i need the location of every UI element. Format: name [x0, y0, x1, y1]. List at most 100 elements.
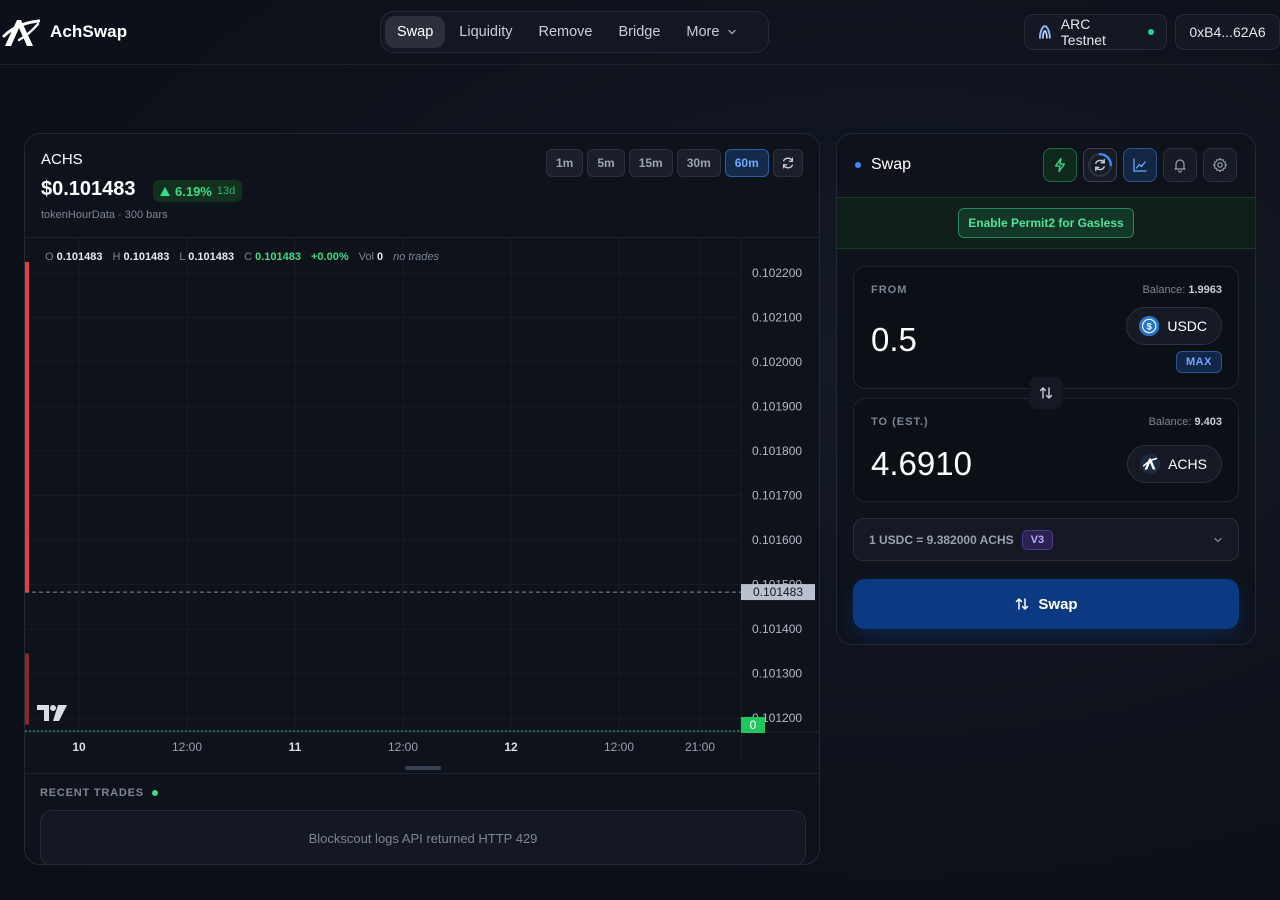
pool-version-badge: V3: [1021, 529, 1054, 550]
price-change-value: 6.19%: [175, 183, 212, 199]
x-axis-tick-label: 10: [72, 740, 86, 754]
network-label: ARC Testnet: [1060, 16, 1106, 48]
network-selector-button[interactable]: ARC Testnet: [1024, 14, 1167, 50]
main-nav: Swap Liquidity Remove Bridge More: [380, 11, 769, 53]
refresh-cycle-icon: [1088, 153, 1112, 177]
candle: [25, 653, 29, 725]
volume-label: 0: [750, 718, 757, 732]
ohlc-legend: O 0.101483 H 0.101483 L 0.101483 C 0.101…: [45, 251, 439, 263]
chart-panel: ACHS $0.101483 6.19% 13d tokenHourData ·…: [24, 133, 820, 865]
triangle-up-icon: [160, 186, 170, 196]
enable-permit2-button[interactable]: Enable Permit2 for Gasless: [958, 208, 1134, 238]
swap-submit-button[interactable]: Swap: [853, 579, 1239, 629]
arc-network-icon: [1038, 25, 1051, 39]
nav-liquidity[interactable]: Liquidity: [447, 16, 524, 48]
timeframe-1m-button[interactable]: 1m: [546, 149, 584, 177]
swap-panel: Swap Enable Permit2 for Gasless FROM Bal…: [836, 133, 1256, 645]
status-dot: [855, 162, 861, 168]
swap-toolbar: [1043, 148, 1237, 182]
timeframe-5m-button[interactable]: 5m: [587, 149, 625, 177]
from-amount-input[interactable]: 0.5: [871, 321, 917, 359]
ohlc-close: C 0.101483: [244, 251, 301, 263]
top-header: AchSwap Swap Liquidity Remove Bridge Mor…: [0, 0, 1280, 65]
y-axis-tick-label: 0.101800: [752, 444, 802, 458]
y-axis-tick-label: 0.102100: [752, 311, 802, 325]
from-token-selector[interactable]: $ USDC: [1126, 307, 1222, 345]
divider: [25, 773, 819, 774]
recent-trades-title-text: RECENT TRADES: [40, 787, 144, 799]
tradingview-logo-icon[interactable]: [37, 704, 69, 722]
brand-name: AchSwap: [50, 22, 128, 41]
x-axis-tick-label: 12:00: [388, 740, 418, 754]
chart-toggle-button[interactable]: [1123, 148, 1157, 182]
nav-bridge[interactable]: Bridge: [606, 16, 672, 48]
max-button[interactable]: MAX: [1176, 351, 1222, 373]
timeframe-15m-button[interactable]: 15m: [628, 149, 673, 177]
to-token-selector[interactable]: ACHS: [1127, 445, 1222, 483]
chart-subtitle: tokenHourData · 300 bars: [41, 209, 168, 221]
to-token-card: TO (EST.) Balance: 9.403 4.6910 ACHS: [853, 398, 1239, 502]
y-axis-tick-label: 0.102200: [752, 266, 802, 280]
nav-swap[interactable]: Swap: [385, 16, 446, 48]
y-axis-tick-label: 0.101300: [752, 667, 802, 681]
rate-details-toggle[interactable]: 1 USDC = 9.382000 ACHS V3: [853, 518, 1239, 561]
network-status-dot: [1148, 29, 1154, 35]
brand[interactable]: AchSwap: [2, 16, 127, 48]
usdc-token-icon: $: [1139, 315, 1160, 337]
chevron-down-icon: [1214, 537, 1222, 543]
gasless-toggle-button[interactable]: [1043, 148, 1077, 182]
ohlc-low: L 0.101483: [179, 251, 235, 263]
recent-trades-message: Blockscout logs API returned HTTP 429: [40, 810, 806, 864]
wallet-button[interactable]: 0xB4...62A6: [1175, 14, 1280, 50]
y-axis-tick-label: 0.101700: [752, 489, 802, 503]
to-balance-value: 9.403: [1194, 416, 1222, 428]
exchange-rate: 1 USDC = 9.382000 ACHS: [869, 532, 1014, 547]
x-axis-tick-label: 11: [289, 740, 302, 754]
current-price-label: 0.101483: [753, 585, 803, 599]
chart-line-icon: [1133, 158, 1147, 172]
live-status-dot: [151, 790, 158, 796]
nav-more[interactable]: More: [674, 16, 749, 48]
ohlc-volume: Vol 0: [358, 251, 384, 263]
from-balance-label: Balance:: [1142, 284, 1186, 296]
notifications-button[interactable]: [1163, 148, 1197, 182]
timeframe-30m-button[interactable]: 30m: [676, 149, 721, 177]
from-label: FROM: [871, 284, 908, 296]
swap-button-label: Swap: [1038, 595, 1078, 613]
from-balance: Balance: 1.9963: [1142, 284, 1222, 296]
flip-tokens-button[interactable]: [1029, 376, 1063, 410]
price-chart-canvas[interactable]: 0.102200 0.102100 0.102000 0.101900 0.101800…: [25, 238, 820, 762]
y-axis-tick-label: 0.101400: [752, 622, 802, 636]
swap-arrows-icon: [1016, 598, 1029, 610]
settings-button[interactable]: [1203, 148, 1237, 182]
achs-token-icon: [1140, 453, 1161, 475]
ohlc-open: O 0.101483: [45, 251, 103, 263]
y-axis-tick-label: 0.102000: [752, 355, 802, 369]
auto-refresh-button[interactable]: [1083, 148, 1117, 182]
svg-text:$: $: [1147, 321, 1152, 331]
timeframe-60m-button[interactable]: 60m: [724, 149, 769, 177]
lightning-icon: [1054, 157, 1066, 173]
nav-remove[interactable]: Remove: [526, 16, 604, 48]
from-token-card: FROM Balance: 1.9963 0.5 $ USDC MAX: [853, 266, 1239, 389]
to-balance: Balance: 9.403: [1149, 416, 1222, 428]
candle: [25, 261, 29, 529]
from-balance-value: 1.9963: [1188, 284, 1222, 296]
x-axis-tick-label: 12: [504, 740, 518, 754]
candle: [25, 528, 29, 593]
ohlc-note: no trades: [393, 251, 439, 263]
ohlc-change: +0.00%: [311, 251, 349, 263]
bell-icon: [1174, 159, 1186, 173]
price-chart[interactable]: 0.102200 0.102100 0.102000 0.101900 0.101800…: [25, 237, 820, 762]
price-change-badge: 6.19% 13d: [153, 180, 243, 202]
chart-refresh-button[interactable]: [772, 149, 803, 177]
chevron-down-icon: [728, 29, 737, 35]
x-axis-tick-label: 12:00: [604, 740, 634, 754]
achswap-logo-icon: [2, 19, 40, 46]
to-amount-output: 4.6910: [871, 445, 972, 482]
swap-panel-title: Swap: [855, 156, 911, 174]
chart-resize-handle[interactable]: [405, 766, 441, 770]
swap-title-text: Swap: [871, 156, 912, 173]
timeframe-selector: 1m 5m 15m 30m 60m: [546, 149, 803, 177]
swap-arrows-icon: [1039, 387, 1053, 399]
